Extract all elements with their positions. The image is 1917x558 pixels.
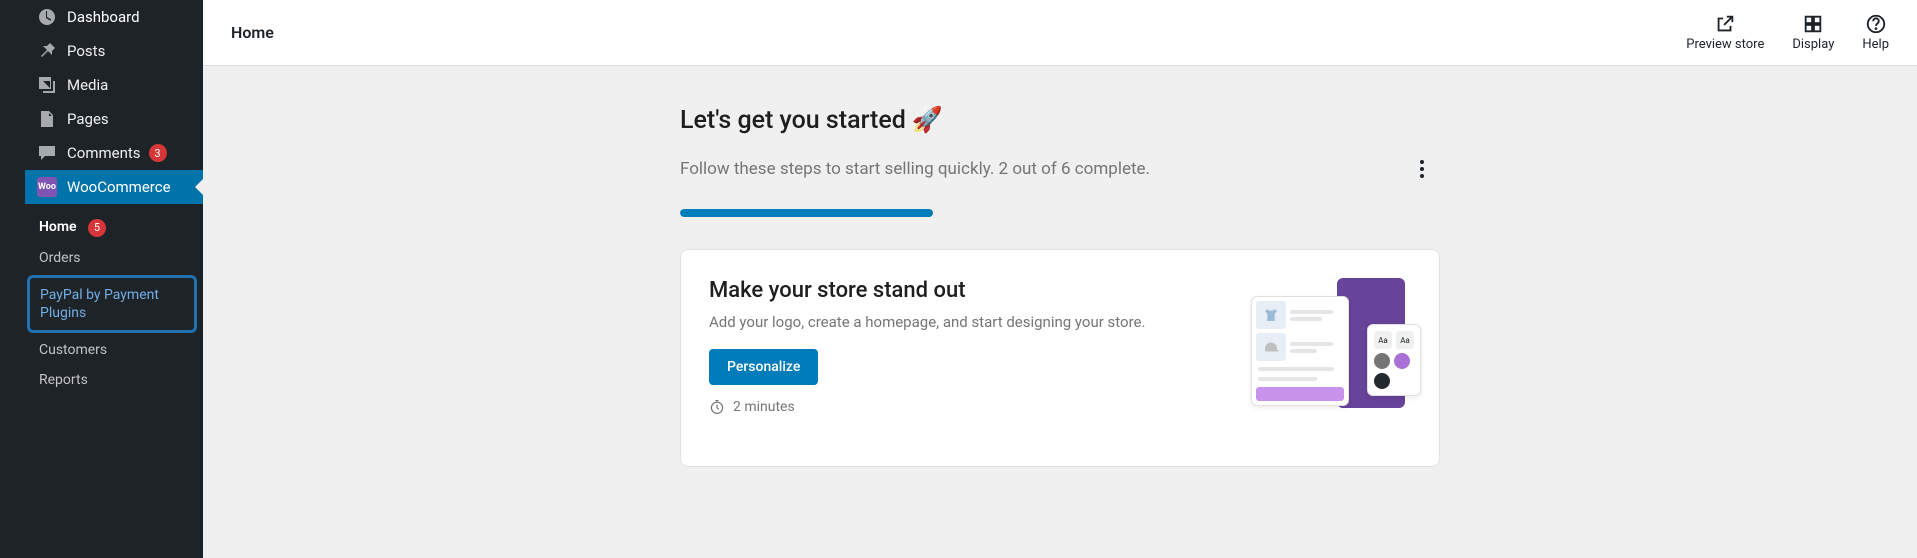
illo-cap-thumb <box>1256 333 1286 361</box>
external-link-icon <box>1714 13 1736 35</box>
rocket-emoji: 🚀 <box>912 106 943 135</box>
personalize-button[interactable]: Personalize <box>709 349 818 385</box>
sidebar-item-posts[interactable]: Posts <box>25 34 203 68</box>
illo-color-swatch <box>1394 353 1410 369</box>
admin-sidebar: Dashboard Posts Media Pages Comments 3 W… <box>0 0 203 558</box>
sidebar-item-label: Pages <box>67 110 109 128</box>
progress-track <box>680 209 1440 217</box>
heading-text: Let's get you started <box>680 106 906 135</box>
time-estimate-text: 2 minutes <box>733 399 795 415</box>
ellipsis-icon <box>1410 157 1434 181</box>
illo-color-swatch <box>1374 353 1390 369</box>
woocommerce-icon: Woo <box>37 177 57 197</box>
comment-icon <box>37 143 57 163</box>
illo-panel-products <box>1251 296 1349 406</box>
comments-badge: 3 <box>149 144 167 162</box>
time-estimate: 2 minutes <box>709 399 1227 415</box>
woocommerce-submenu: Home 5 Orders PayPal by Payment Plugins … <box>25 204 203 403</box>
illo-font-sample: Aa <box>1374 331 1392 349</box>
sidebar-item-label: Media <box>67 76 108 94</box>
sidebar-item-label: Posts <box>67 42 105 60</box>
progress-bar <box>680 209 933 217</box>
submenu-label: Orders <box>39 250 81 266</box>
sidebar-item-comments[interactable]: Comments 3 <box>25 136 203 170</box>
onboarding-subheading: Follow these steps to start selling quic… <box>680 159 1150 179</box>
topbar: Home Preview store Display Help <box>203 0 1917 66</box>
home-badge: 5 <box>88 219 106 237</box>
topbar-action-label: Preview store <box>1686 37 1764 52</box>
sidebar-item-label: Comments <box>67 144 141 162</box>
more-options-button[interactable] <box>1404 151 1440 187</box>
subhead-row: Follow these steps to start selling quic… <box>680 151 1440 187</box>
sidebar-item-pages[interactable]: Pages <box>25 102 203 136</box>
submenu-label: Reports <box>39 372 88 388</box>
onboarding-heading: Let's get you started 🚀 <box>680 106 1440 135</box>
page-icon <box>37 109 57 129</box>
illustration: Aa Aa <box>1251 278 1411 438</box>
submenu-label: PayPal by Payment Plugins <box>40 287 159 321</box>
submenu-item-customers[interactable]: Customers <box>25 335 203 365</box>
sidebar-item-media[interactable]: Media <box>25 68 203 102</box>
stopwatch-icon <box>709 399 725 415</box>
illo-font-sample: Aa <box>1396 331 1414 349</box>
page-title: Home <box>231 23 1658 42</box>
task-card-body: Make your store stand out Add your logo,… <box>709 278 1227 438</box>
topbar-action-label: Help <box>1862 37 1889 52</box>
sidebar-item-label: WooCommerce <box>67 178 171 196</box>
dashboard-icon <box>37 7 57 27</box>
display-options-button[interactable]: Display <box>1792 13 1834 52</box>
preview-store-button[interactable]: Preview store <box>1686 13 1764 52</box>
submenu-item-home[interactable]: Home 5 <box>25 212 203 243</box>
sidebar-item-dashboard[interactable]: Dashboard <box>25 0 203 34</box>
illo-color-swatch <box>1374 373 1390 389</box>
submenu-item-paypal[interactable]: PayPal by Payment Plugins <box>27 275 197 333</box>
media-icon <box>37 75 57 95</box>
help-icon <box>1865 13 1887 35</box>
task-card-illustration: Aa Aa <box>1251 278 1411 438</box>
layout-icon <box>1802 13 1824 35</box>
submenu-label: Customers <box>39 342 107 358</box>
onboarding-content: Let's get you started 🚀 Follow these ste… <box>680 106 1440 558</box>
task-card: Make your store stand out Add your logo,… <box>680 249 1440 467</box>
submenu-label: Home <box>39 219 77 235</box>
task-card-title: Make your store stand out <box>709 278 1227 303</box>
topbar-action-label: Display <box>1792 37 1834 52</box>
sidebar-item-woocommerce[interactable]: Woo WooCommerce <box>25 170 203 204</box>
pin-icon <box>37 41 57 61</box>
submenu-item-reports[interactable]: Reports <box>25 365 203 395</box>
task-card-description: Add your logo, create a homepage, and st… <box>709 313 1227 331</box>
illo-tshirt-thumb <box>1256 301 1286 329</box>
illo-panel-style: Aa Aa <box>1367 324 1421 396</box>
help-button[interactable]: Help <box>1862 13 1889 52</box>
main-area: Home Preview store Display Help Let's ge… <box>203 0 1917 558</box>
content-wrap: Let's get you started 🚀 Follow these ste… <box>203 66 1917 558</box>
sidebar-item-label: Dashboard <box>67 8 140 26</box>
submenu-item-orders[interactable]: Orders <box>25 243 203 273</box>
